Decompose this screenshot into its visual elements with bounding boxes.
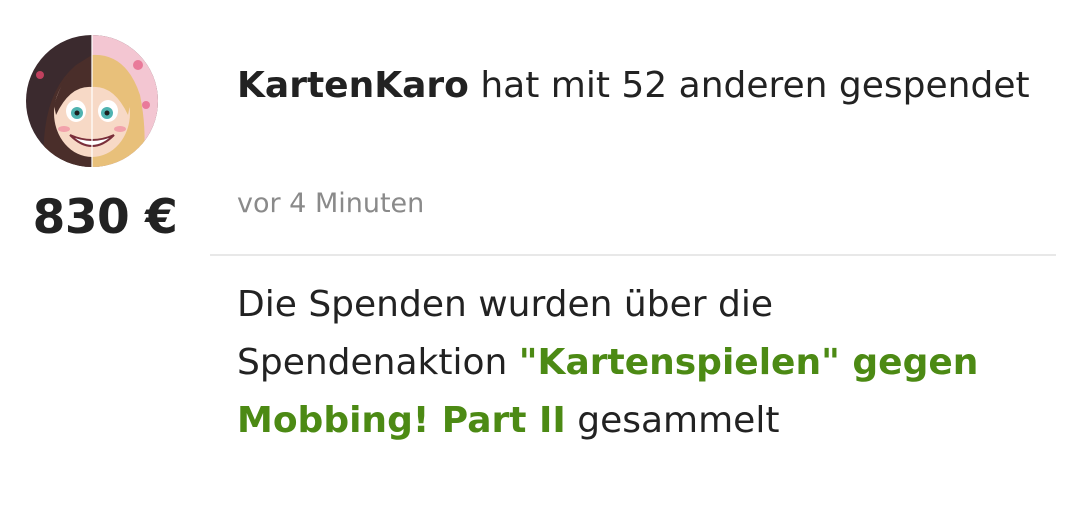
donation-card: 830 € KartenKaro hat mit 52 anderen gesp… (0, 0, 1080, 518)
campaign-info: Die Spenden wurden über die Spendenaktio… (237, 276, 1037, 450)
donation-amount-column: 830 € (0, 0, 210, 518)
campaign-suffix-text: gesammelt (565, 400, 780, 441)
donation-headline-text: hat mit 52 anderen gespendet (468, 65, 1030, 106)
donation-headline: KartenKaro hat mit 52 anderen gespendet (237, 57, 1037, 114)
donation-amount: 830 € (32, 190, 178, 245)
avatar-illustration-icon (26, 35, 158, 167)
divider (210, 254, 1056, 256)
donor-name[interactable]: KartenKaro (237, 65, 469, 106)
donor-avatar[interactable] (26, 35, 158, 167)
donation-timestamp: vor 4 Minuten (237, 188, 425, 219)
